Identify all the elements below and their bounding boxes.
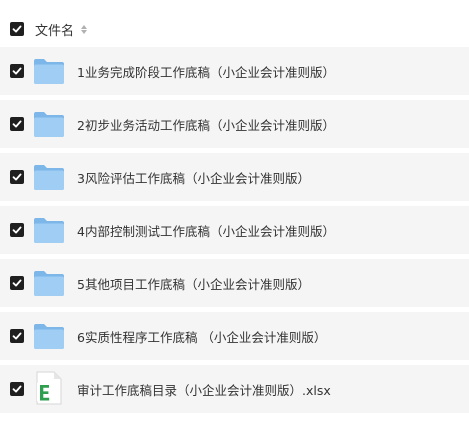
file-list-header: 文件名 bbox=[0, 13, 469, 45]
folder-icon bbox=[34, 59, 64, 84]
select-all-checkbox[interactable] bbox=[10, 22, 24, 36]
file-row[interactable]: 3风险评估工作底稿（小企业会计准则版） bbox=[0, 153, 469, 201]
file-row[interactable]: 4内部控制测试工作底稿（小企业会计准则版） bbox=[0, 206, 469, 254]
file-row[interactable]: 1业务完成阶段工作底稿（小企业会计准则版） bbox=[0, 47, 469, 95]
file-name[interactable]: 1业务完成阶段工作底稿（小企业会计准则版） bbox=[77, 62, 335, 81]
checkmark-icon bbox=[12, 120, 22, 128]
file-name[interactable]: 审计工作底稿目录（小企业会计准则版）.xlsx bbox=[77, 380, 331, 399]
folder-icon bbox=[34, 165, 64, 190]
row-checkbox[interactable] bbox=[10, 170, 24, 184]
excel-file-icon bbox=[36, 371, 62, 405]
file-row[interactable]: 审计工作底稿目录（小企业会计准则版）.xlsx bbox=[0, 365, 469, 413]
checkmark-icon bbox=[12, 25, 22, 33]
row-checkbox[interactable] bbox=[10, 117, 24, 131]
folder-icon bbox=[34, 112, 64, 137]
file-list: 文件名 1业务完成阶段工作底稿（小企业会计准则版） 2初步业务活动工作底稿（小企… bbox=[0, 0, 469, 446]
file-row[interactable]: 5其他项目工作底稿（小企业会计准则版） bbox=[0, 259, 469, 307]
file-name[interactable]: 4内部控制测试工作底稿（小企业会计准则版） bbox=[77, 221, 335, 240]
file-name[interactable]: 6实质性程序工作底稿 （小企业会计准则版） bbox=[77, 327, 326, 346]
filename-column-header[interactable]: 文件名 bbox=[35, 20, 88, 39]
folder-icon bbox=[34, 271, 64, 296]
checkmark-icon bbox=[12, 226, 22, 234]
checkmark-icon bbox=[12, 279, 22, 287]
checkmark-icon bbox=[12, 385, 22, 393]
file-name[interactable]: 2初步业务活动工作底稿（小企业会计准则版） bbox=[77, 115, 335, 134]
file-row[interactable]: 2初步业务活动工作底稿（小企业会计准则版） bbox=[0, 100, 469, 148]
row-checkbox[interactable] bbox=[10, 64, 24, 78]
row-checkbox[interactable] bbox=[10, 223, 24, 237]
folder-icon bbox=[34, 218, 64, 243]
checkmark-icon bbox=[12, 67, 22, 75]
checkmark-icon bbox=[12, 332, 22, 340]
folder-icon bbox=[34, 324, 64, 349]
row-checkbox[interactable] bbox=[10, 382, 24, 396]
row-checkbox[interactable] bbox=[10, 329, 24, 343]
file-name[interactable]: 5其他项目工作底稿（小企业会计准则版） bbox=[77, 274, 310, 293]
file-name[interactable]: 3风险评估工作底稿（小企业会计准则版） bbox=[77, 168, 310, 187]
row-checkbox[interactable] bbox=[10, 276, 24, 290]
filename-column-label: 文件名 bbox=[35, 23, 75, 39]
checkmark-icon bbox=[12, 173, 22, 181]
file-row[interactable]: 6实质性程序工作底稿 （小企业会计准则版） bbox=[0, 312, 469, 360]
sort-icon[interactable] bbox=[81, 24, 88, 34]
